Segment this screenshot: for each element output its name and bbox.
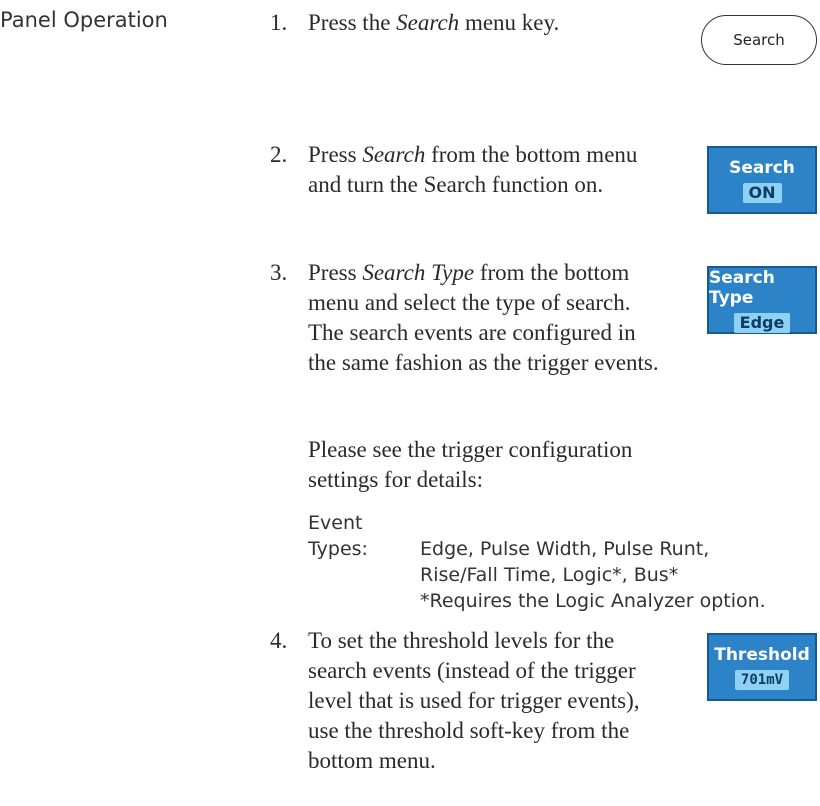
step-number: 4. [270, 628, 288, 653]
step-text: Press Search Type from the bottom menu a… [308, 260, 659, 375]
event-types-line: Edge, Pulse Width, Pulse Runt, [420, 538, 710, 560]
step-text: Press Search from the bottom menu and tu… [308, 142, 638, 197]
softkey-title: Search Type [709, 267, 775, 308]
step-number: 3. [270, 260, 288, 285]
event-types-label: Event [308, 512, 363, 534]
softkey-value: ON [742, 182, 782, 203]
step-number: 2. [270, 142, 288, 167]
search-menu-key[interactable]: Search [701, 15, 817, 65]
event-types-label: Types: [308, 538, 368, 560]
softkey-value: 701mV [734, 669, 790, 690]
section-label: Panel Operation [0, 8, 168, 32]
note-paragraph: Please see the trigger configuration set… [308, 437, 633, 492]
event-types-list: Edge, Pulse Width, Pulse Runt, Rise/Fall… [420, 536, 820, 614]
event-types-footnote: *Requires the Logic Analyzer option. [420, 590, 766, 612]
step-text: Press the Search menu key. [308, 10, 560, 35]
softkey-title: Threshold [714, 644, 810, 665]
step-text: To set the threshold levels for the sear… [308, 628, 640, 773]
search-softkey[interactable]: Search ON [707, 146, 817, 214]
event-types-line: Rise/Fall Time, Logic*, Bus* [420, 564, 679, 586]
search-type-softkey[interactable]: Search Type Edge [707, 266, 817, 334]
step-number: 1. [270, 10, 288, 35]
softkey-title: Search [729, 157, 795, 178]
threshold-softkey[interactable]: Threshold 701mV [707, 633, 817, 701]
softkey-value: Edge [733, 312, 791, 333]
